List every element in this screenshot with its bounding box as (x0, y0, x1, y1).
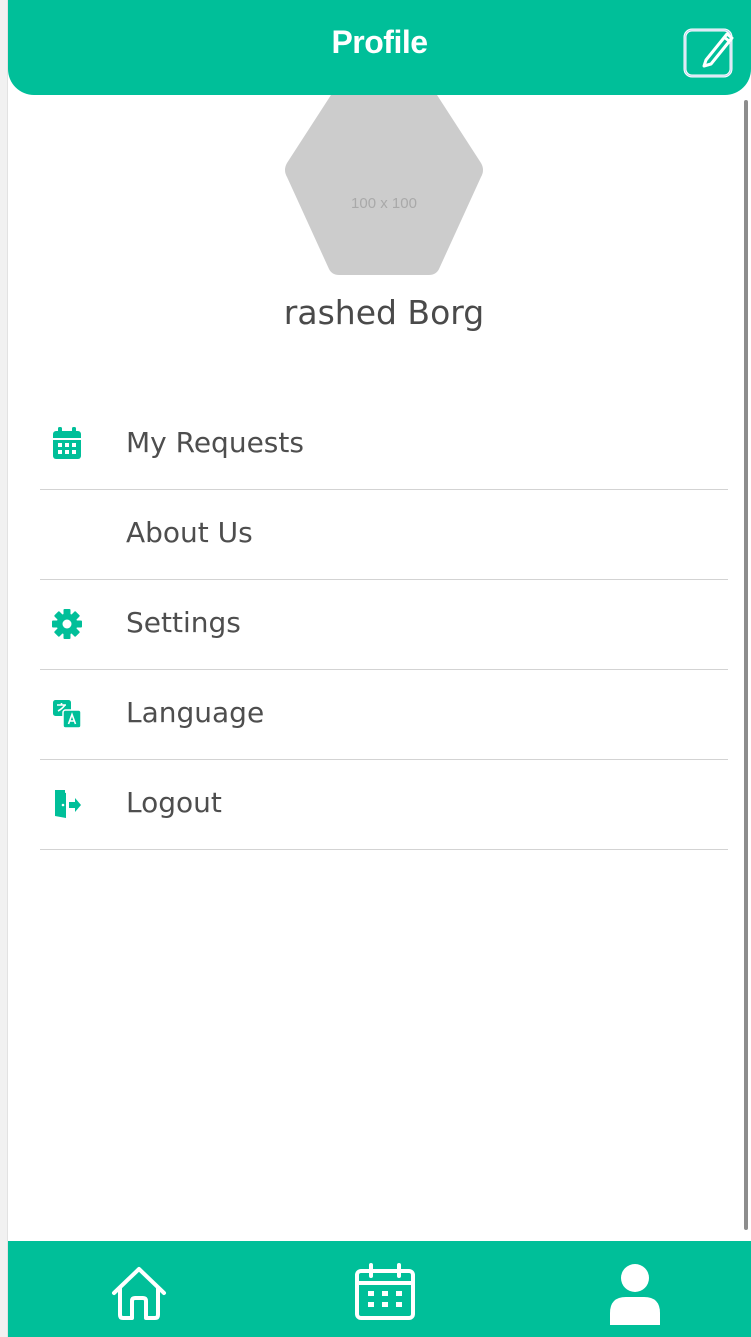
translate-icon (53, 700, 82, 729)
logout-door-icon (55, 790, 81, 818)
menu-item-language[interactable]: Language (40, 670, 728, 760)
menu-item-logout[interactable]: Logout (40, 760, 728, 850)
scrollbar[interactable] (744, 100, 748, 1230)
tab-calendar[interactable] (325, 1241, 445, 1337)
calendar-icon (355, 1263, 415, 1320)
edit-profile-button[interactable] (682, 24, 738, 80)
menu-item-my-requests[interactable]: My Requests (40, 400, 728, 490)
edit-square-icon (683, 28, 734, 78)
calendar-icon (53, 427, 81, 459)
bottom-tab-bar (8, 1241, 751, 1337)
menu-item-label: Logout (126, 786, 222, 819)
menu-item-settings[interactable]: Settings (40, 580, 728, 670)
gear-icon (52, 609, 82, 639)
menu-item-label: My Requests (126, 426, 304, 459)
menu-item-label: Settings (126, 606, 241, 639)
menu-item-label: Language (126, 696, 265, 729)
avatar[interactable]: 100 x 100 (283, 95, 485, 275)
user-name: rashed Borg (283, 293, 485, 332)
menu-item-label: About Us (126, 516, 253, 549)
avatar-hexagon-placeholder (285, 95, 483, 275)
tab-home[interactable] (79, 1241, 199, 1337)
page-title: Profile (331, 24, 428, 60)
window-left-edge (0, 0, 8, 1337)
app-header: Profile (8, 0, 751, 95)
user-icon (610, 1264, 660, 1325)
home-icon (112, 1267, 166, 1320)
tab-profile[interactable] (575, 1241, 695, 1337)
menu-item-about-us[interactable]: About Us (40, 490, 728, 580)
profile-menu: My Requests About Us Settings Language L… (40, 400, 728, 850)
avatar-placeholder-text: 100 x 100 (351, 195, 417, 212)
